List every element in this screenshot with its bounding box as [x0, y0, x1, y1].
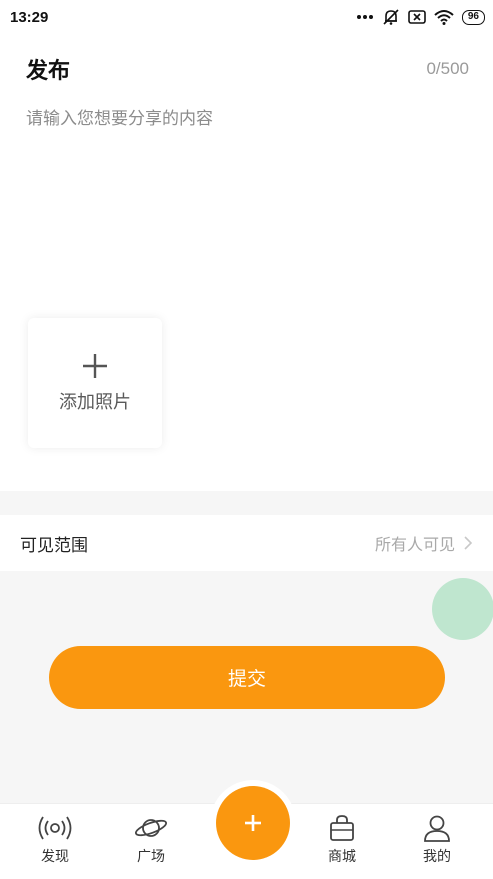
tab-mall-label: 商城 — [328, 849, 356, 865]
tab-mall[interactable]: 商城 — [302, 814, 382, 866]
status-time: 13:29 — [10, 8, 49, 26]
center-add-button[interactable] — [210, 780, 296, 866]
wifi-icon — [434, 10, 454, 25]
char-count: 0/500 — [426, 59, 469, 78]
floating-assist-button[interactable] — [432, 578, 493, 640]
status-icons: 96 — [356, 8, 485, 26]
bell-off-icon — [383, 9, 399, 25]
content-input[interactable] — [26, 104, 466, 294]
chevron-right-icon — [464, 536, 473, 550]
add-photo-button[interactable]: 添加照片 — [28, 318, 162, 448]
sim-x-icon — [408, 10, 426, 24]
section-divider — [0, 491, 493, 515]
status-bar: 13:29 96 — [0, 0, 493, 34]
broadcast-icon — [38, 816, 72, 840]
add-photo-label: 添加照片 — [59, 392, 131, 413]
battery-icon: 96 — [461, 9, 485, 25]
plus-icon — [83, 354, 107, 378]
page-title: 发布 — [26, 59, 71, 84]
center-add-inner[interactable] — [216, 786, 290, 860]
shopping-bag-icon — [330, 815, 354, 841]
tab-square[interactable]: 广场 — [111, 814, 191, 866]
visibility-label: 可见范围 — [20, 535, 88, 556]
more-dots-icon — [356, 15, 373, 19]
visibility-value: 所有人可见 — [374, 535, 455, 554]
visibility-selector[interactable]: 所有人可见 — [375, 531, 473, 555]
tab-discover-label: 发现 — [41, 849, 69, 865]
tab-discover[interactable]: 发现 — [15, 814, 95, 866]
tab-mine-label: 我的 — [423, 849, 451, 865]
planet-icon — [134, 819, 168, 837]
header: 发布 0/500 — [0, 34, 493, 104]
tab-square-label: 广场 — [137, 849, 165, 865]
plus-icon — [245, 815, 261, 831]
user-icon — [424, 815, 450, 842]
submit-button[interactable]: 提交 — [49, 646, 445, 709]
visibility-row[interactable]: 可见范围 所有人可见 — [0, 515, 493, 571]
tab-mine[interactable]: 我的 — [397, 814, 477, 866]
